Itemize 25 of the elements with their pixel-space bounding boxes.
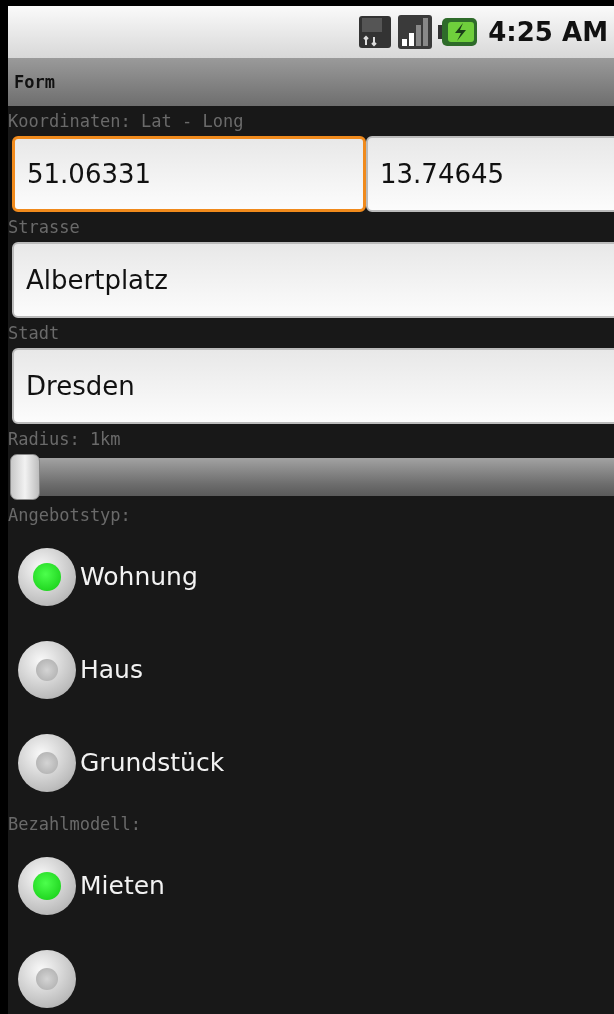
- signal-icon: [398, 15, 433, 49]
- payment-model-label: Bezahlmodell:: [8, 813, 142, 836]
- radio-button[interactable]: [18, 733, 76, 792]
- coordinates-label: Koordinaten: Lat - Long: [8, 110, 244, 133]
- radio-label[interactable]: Grundstück: [80, 748, 225, 777]
- window-title: Form: [14, 72, 55, 92]
- coordinate-field[interactable]: 51.06331: [12, 136, 366, 212]
- clock: 4:25 AM: [488, 17, 608, 47]
- radio-button[interactable]: [18, 547, 76, 606]
- city-label: Stadt: [8, 322, 60, 345]
- radio-label[interactable]: Haus: [80, 655, 143, 684]
- radio-button[interactable]: [18, 949, 76, 1008]
- 3g-data-icon: [358, 15, 393, 49]
- street-label: Strasse: [8, 216, 80, 239]
- radio-label[interactable]: Mieten: [80, 871, 165, 900]
- coordinate-field[interactable]: 13.74645: [366, 136, 614, 212]
- slider-thumb[interactable]: [10, 454, 40, 500]
- radio-button[interactable]: [18, 640, 76, 699]
- city-field[interactable]: Dresden: [12, 348, 614, 424]
- radio-label[interactable]: Wohnung: [80, 562, 198, 591]
- radius-label: Radius: 1km: [8, 428, 121, 451]
- offer-type-label: Angebotstyp:: [8, 504, 131, 527]
- radio-button[interactable]: [18, 856, 76, 915]
- street-field[interactable]: Albertplatz: [12, 242, 614, 318]
- battery-charging-icon: [438, 17, 479, 47]
